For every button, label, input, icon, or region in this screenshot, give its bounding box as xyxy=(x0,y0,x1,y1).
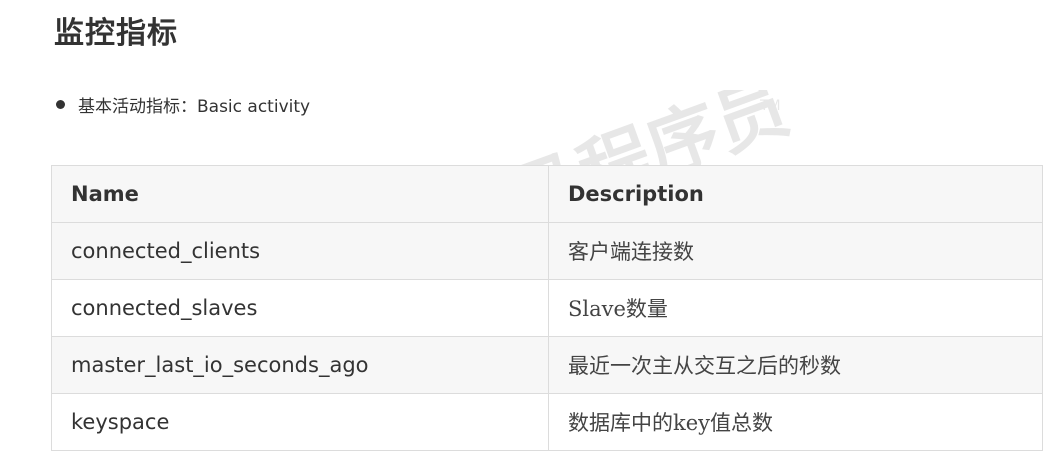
page-title: 监控指标 xyxy=(54,16,178,51)
metric-name-cell: connected_slaves xyxy=(51,279,549,337)
metrics-table: Name Description connected_clients 客户端连接… xyxy=(51,165,1043,451)
metric-description-cell: 数据库中的key值总数 xyxy=(548,393,1043,451)
metric-name-cell: master_last_io_seconds_ago xyxy=(51,336,549,394)
table-row: connected_clients 客户端连接数 xyxy=(51,222,1043,280)
metric-description-cell: Slave数量 xyxy=(548,279,1043,337)
table-row: master_last_io_seconds_ago 最近一次主从交互之后的秒数 xyxy=(51,336,1043,394)
metric-description-cell: 最近一次主从交互之后的秒数 xyxy=(548,336,1043,394)
bullet-dot-icon xyxy=(56,100,65,109)
bullet-text: 基本活动指标：Basic activity xyxy=(78,97,311,117)
metric-description-cell: 客户端连接数 xyxy=(548,222,1043,280)
metric-name-cell: connected_clients xyxy=(51,222,549,280)
watermark-trademark: TM xyxy=(759,98,781,114)
column-header-name: Name xyxy=(51,165,549,223)
table-row: connected_slaves Slave数量 xyxy=(51,279,1043,337)
metric-name-cell: keyspace xyxy=(51,393,549,451)
column-header-description: Description xyxy=(548,165,1043,223)
bullet-item: 基本活动指标：Basic activity xyxy=(56,92,310,117)
table-row: keyspace 数据库中的key值总数 xyxy=(51,393,1043,451)
table-header-row: Name Description xyxy=(51,165,1043,223)
